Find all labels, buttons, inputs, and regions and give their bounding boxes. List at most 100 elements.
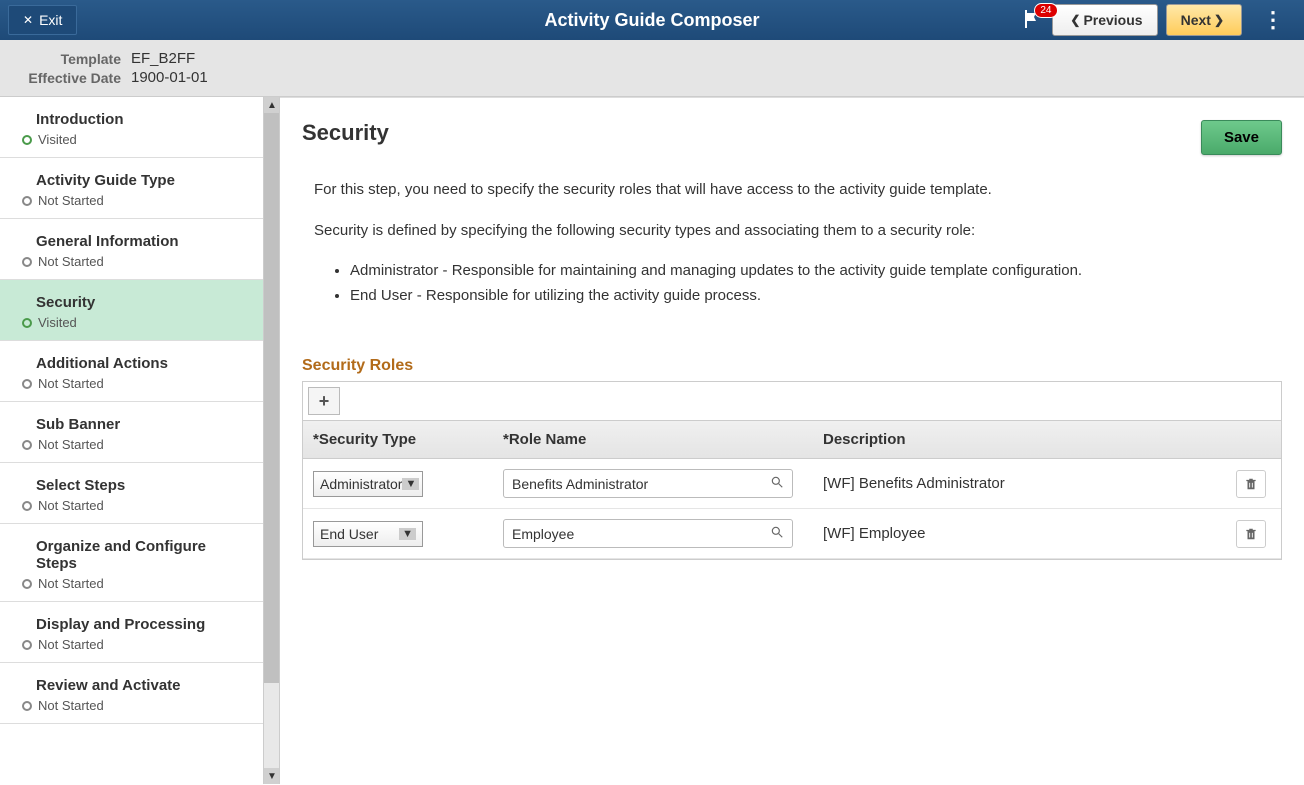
sidebar-item-display-and-processing[interactable]: Display and Processing Not Started	[0, 602, 263, 663]
status-text: Not Started	[38, 437, 104, 452]
sidebar-item-review-and-activate[interactable]: Review and Activate Not Started	[0, 663, 263, 724]
trash-icon	[1244, 477, 1258, 491]
sidebar-item-security[interactable]: Security Visited	[0, 280, 263, 341]
status-circle-icon	[22, 318, 32, 328]
instructions-p2: Security is defined by specifying the fo…	[314, 220, 1282, 243]
status-circle-icon	[22, 257, 32, 267]
lookup-value: Benefits Administrator	[512, 476, 648, 492]
section-title: Security Roles	[302, 357, 1282, 375]
status-circle-icon	[22, 440, 32, 450]
add-row-button[interactable]: +	[308, 387, 340, 415]
sidebar-item-label: Display and Processing	[22, 616, 241, 633]
sidebar-item-activity-guide-type[interactable]: Activity Guide Type Not Started	[0, 158, 263, 219]
sidebar-scrollbar[interactable]: ▲ ▼	[263, 97, 279, 784]
sidebar: Introduction Visited Activity Guide Type No…	[0, 97, 280, 784]
scroll-up-button[interactable]: ▲	[264, 97, 280, 113]
template-label: Template	[16, 51, 121, 67]
sidebar-item-label: Introduction	[22, 111, 241, 128]
next-label: Next	[1181, 12, 1211, 28]
context-info-bar: Template EF_B2FF Effective Date 1900-01-…	[0, 40, 1304, 97]
save-button[interactable]: Save	[1201, 120, 1282, 155]
sidebar-item-status: Not Started	[22, 376, 241, 391]
exit-label: Exit	[39, 12, 62, 28]
status-circle-icon	[22, 196, 32, 206]
previous-button[interactable]: ❮ Previous	[1052, 4, 1157, 36]
status-circle-icon	[22, 701, 32, 711]
sidebar-item-label: Activity Guide Type	[22, 172, 241, 189]
sidebar-item-general-information[interactable]: General Information Not Started	[0, 219, 263, 280]
main-content: Security Save For this step, you need to…	[280, 97, 1304, 784]
col-description: Description	[813, 421, 1221, 459]
status-text: Not Started	[38, 637, 104, 652]
status-text: Not Started	[38, 576, 104, 591]
delete-row-button[interactable]	[1236, 520, 1266, 548]
dropdown-value: End User	[320, 526, 378, 542]
status-circle-icon	[22, 579, 32, 589]
sidebar-item-status: Not Started	[22, 576, 241, 591]
security-type-dropdown[interactable]: End User▼	[313, 521, 423, 547]
sidebar-item-status: Visited	[22, 132, 241, 147]
status-text: Not Started	[38, 376, 104, 391]
security-type-dropdown[interactable]: Administrator▼	[313, 471, 423, 497]
status-text: Visited	[38, 315, 77, 330]
sidebar-item-status: Not Started	[22, 698, 241, 713]
chevron-down-icon: ▼	[402, 478, 419, 490]
sidebar-item-status: Not Started	[22, 193, 241, 208]
col-security-type: *Security Type	[303, 421, 493, 459]
status-circle-icon	[22, 640, 32, 650]
sidebar-item-label: Review and Activate	[22, 677, 241, 694]
previous-label: Previous	[1083, 12, 1142, 28]
effdate-value: 1900-01-01	[131, 69, 208, 86]
sidebar-item-label: Security	[22, 294, 241, 311]
notification-flag[interactable]: 24	[1020, 7, 1044, 34]
template-value: EF_B2FF	[131, 50, 195, 67]
effdate-label: Effective Date	[16, 70, 121, 86]
sidebar-item-status: Not Started	[22, 637, 241, 652]
status-text: Visited	[38, 132, 77, 147]
instructions-p1: For this step, you need to specify the s…	[314, 179, 1282, 202]
instructions: For this step, you need to specify the s…	[314, 179, 1282, 307]
sidebar-item-status: Not Started	[22, 254, 241, 269]
instructions-bullet: Administrator - Responsible for maintain…	[350, 260, 1282, 283]
plus-icon: +	[319, 391, 330, 411]
status-circle-icon	[22, 135, 32, 145]
close-icon: ✕	[23, 13, 33, 27]
sidebar-item-label: General Information	[22, 233, 241, 250]
col-role-name: *Role Name	[493, 421, 813, 459]
notification-count: 24	[1034, 3, 1057, 18]
sidebar-item-label: Organize and Configure Steps	[22, 538, 241, 572]
sidebar-item-select-steps[interactable]: Select StepsNot Started	[0, 463, 263, 524]
instructions-bullet: End User - Responsible for utilizing the…	[350, 285, 1282, 308]
chevron-right-icon: ❯	[1214, 13, 1224, 27]
status-text: Not Started	[38, 193, 104, 208]
header-bar: ✕ Exit Activity Guide Composer 24 ❮ Prev…	[0, 0, 1304, 40]
status-circle-icon	[22, 501, 32, 511]
sidebar-item-sub-banner[interactable]: Sub BannerNot Started	[0, 402, 263, 463]
more-menu-button[interactable]: ⋮	[1250, 7, 1296, 33]
scroll-down-button[interactable]: ▼	[264, 768, 280, 784]
status-circle-icon	[22, 379, 32, 389]
exit-button[interactable]: ✕ Exit	[8, 5, 77, 35]
page-title: Security	[302, 120, 389, 146]
sidebar-item-additional-actions[interactable]: Additional ActionsNot Started	[0, 341, 263, 402]
status-text: Not Started	[38, 698, 104, 713]
sidebar-item-status: Visited	[22, 315, 241, 330]
sidebar-item-status: Not Started	[22, 498, 241, 513]
security-roles-grid: + *Security Type *Role Name Description …	[302, 381, 1282, 560]
trash-icon	[1244, 527, 1258, 541]
search-icon[interactable]	[770, 475, 784, 492]
delete-row-button[interactable]	[1236, 470, 1266, 498]
table-row: Administrator▼Benefits Administrator[WF]…	[303, 459, 1281, 509]
next-button[interactable]: Next ❯	[1166, 4, 1242, 36]
kebab-icon: ⋮	[1262, 7, 1284, 32]
lookup-value: Employee	[512, 526, 574, 542]
description-cell: [WF] Employee	[813, 509, 1221, 559]
status-text: Not Started	[38, 498, 104, 513]
scroll-thumb[interactable]	[264, 113, 280, 683]
sidebar-item-introduction[interactable]: Introduction Visited	[0, 97, 263, 158]
sidebar-item-organize-and-configure-steps[interactable]: Organize and Configure Steps Not Started	[0, 524, 263, 602]
table-row: End User▼ Employee [WF] Employee	[303, 509, 1281, 559]
role-name-lookup[interactable]: Employee	[503, 519, 793, 548]
role-name-lookup[interactable]: Benefits Administrator	[503, 469, 793, 498]
search-icon[interactable]	[770, 525, 784, 542]
